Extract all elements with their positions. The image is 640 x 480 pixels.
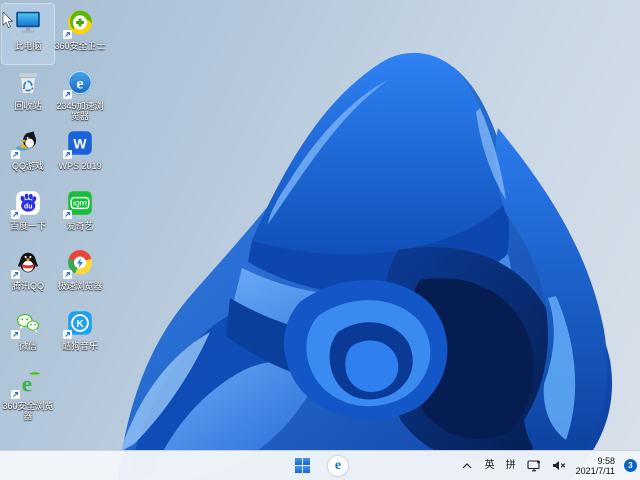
baidu-icon: du bbox=[11, 188, 43, 219]
windows-logo-icon bbox=[294, 458, 310, 473]
iqiyi-icon: iQIYI bbox=[63, 188, 95, 219]
desktop-icon-label: 360安全卫士 bbox=[54, 41, 106, 51]
desktop-icon-label: 爱奇艺 bbox=[66, 221, 94, 231]
desktop-icon-iqiyi[interactable]: iQIYI 爱奇艺 bbox=[54, 184, 106, 244]
svg-text:e: e bbox=[22, 372, 32, 398]
system-tray: 英 拼 9:58 2021/7/11 3 bbox=[459, 451, 637, 480]
ime-pinyin-indicator[interactable]: 拼 bbox=[505, 459, 517, 473]
ime-english-indicator[interactable]: 英 bbox=[484, 459, 496, 473]
shortcut-arrow-icon bbox=[63, 330, 72, 339]
taskbar-clock[interactable]: 9:58 2021/7/11 bbox=[576, 456, 615, 476]
desktop-icon-tencent-qq[interactable]: 腾讯QQ bbox=[2, 244, 54, 304]
tencent-qq-icon bbox=[11, 248, 43, 279]
360-safety-guard-icon bbox=[63, 8, 95, 39]
desktop-icon-qq-games[interactable]: QQ游戏 bbox=[2, 124, 54, 184]
mouse-cursor bbox=[2, 12, 14, 29]
desktop-icon-label: 微信 bbox=[18, 341, 37, 351]
desktop-icon-label: 2345加速浏览器 bbox=[56, 101, 104, 121]
shortcut-arrow-icon bbox=[11, 270, 20, 279]
shortcut-arrow-icon bbox=[11, 210, 20, 219]
volume-button[interactable] bbox=[551, 456, 567, 476]
svg-text:e: e bbox=[76, 75, 83, 92]
2345-browser-icon: e bbox=[63, 68, 95, 99]
qq-games-icon bbox=[11, 128, 43, 159]
desktop-icon-label: 回收站 bbox=[14, 101, 42, 111]
start-button[interactable] bbox=[290, 454, 314, 478]
shortcut-arrow-icon bbox=[63, 90, 72, 99]
desktop-icon-wps-2019[interactable]: W WPS 2019 bbox=[54, 124, 106, 184]
desktop-icon-label: 酷狗音乐 bbox=[61, 341, 98, 351]
chevron-up-icon bbox=[462, 462, 472, 468]
desktop-icon-2345-browser[interactable]: e 2345加速浏览器 bbox=[54, 64, 106, 124]
kugou-music-icon: K bbox=[63, 308, 95, 339]
desktop-icon-360-safe-browser[interactable]: e 360安全浏览器 bbox=[2, 364, 54, 424]
clock-date: 2021/7/11 bbox=[575, 465, 615, 476]
shortcut-arrow-icon bbox=[11, 390, 20, 399]
desktop-icon-360-safety-guard[interactable]: 360安全卫士 bbox=[54, 4, 106, 64]
taskbar: e 英 拼 9:58 2021/7/11 3 bbox=[0, 450, 640, 480]
svg-text:K: K bbox=[76, 319, 84, 330]
desktop-icon-label: 腾讯QQ bbox=[11, 281, 44, 291]
svg-text:W: W bbox=[73, 135, 87, 151]
wps-2019-icon: W bbox=[63, 128, 95, 159]
desktop-icon-label: 此电脑 bbox=[14, 41, 42, 51]
desktop-icon-label: 极速浏览器 bbox=[57, 281, 103, 291]
wechat-icon bbox=[11, 308, 43, 339]
safely-remove-hardware-icon bbox=[527, 459, 540, 471]
desktop-icon-label: QQ游戏 bbox=[11, 161, 44, 171]
shortcut-arrow-icon bbox=[63, 210, 72, 219]
desktop-icon-recycle-bin[interactable]: 回收站 bbox=[2, 64, 54, 124]
360-safe-browser-icon: e bbox=[11, 368, 43, 399]
shortcut-arrow-icon bbox=[11, 150, 20, 159]
desktop-icon-label: 360安全浏览器 bbox=[2, 401, 54, 421]
desktop-icon-baidu[interactable]: du 百度一下 bbox=[2, 184, 54, 244]
taskbar-browser-button[interactable]: e bbox=[326, 454, 350, 478]
desktop-icon-label: WPS 2019 bbox=[58, 161, 102, 171]
desktop-icon-wechat[interactable]: 微信 bbox=[2, 304, 54, 364]
volume-muted-icon bbox=[552, 461, 565, 470]
360-extreme-browser-icon bbox=[63, 248, 95, 279]
clock-time: 9:58 bbox=[597, 455, 615, 466]
this-pc-icon bbox=[13, 8, 43, 38]
desktop-icon-kugou-music[interactable]: K 酷狗音乐 bbox=[54, 304, 106, 364]
desktop-icon-grid: 此电脑 360安全卫士 回收站 e 2345加速浏览器 QQ游戏 W WPS 2… bbox=[1, 3, 106, 424]
desktop-icon-360-extreme-browser[interactable]: 极速浏览器 bbox=[54, 244, 106, 304]
svg-text:iQIYI: iQIYI bbox=[73, 201, 87, 207]
recycle-bin-icon bbox=[13, 68, 43, 98]
shortcut-arrow-icon bbox=[63, 270, 72, 279]
svg-text:du: du bbox=[24, 203, 33, 210]
notification-count-badge[interactable]: 3 bbox=[624, 459, 637, 472]
browser-e-icon: e bbox=[328, 455, 348, 476]
hidden-icons-button[interactable] bbox=[459, 456, 475, 476]
desktop-surface[interactable]: 此电脑 360安全卫士 回收站 e 2345加速浏览器 QQ游戏 W WPS 2… bbox=[0, 0, 640, 480]
desktop-icon-label: 百度一下 bbox=[9, 221, 46, 231]
shortcut-arrow-icon bbox=[63, 30, 72, 39]
safely-remove-hardware-button[interactable] bbox=[526, 456, 542, 476]
shortcut-arrow-icon bbox=[11, 330, 20, 339]
taskbar-center-group: e bbox=[290, 451, 350, 480]
shortcut-arrow-icon bbox=[63, 150, 72, 159]
